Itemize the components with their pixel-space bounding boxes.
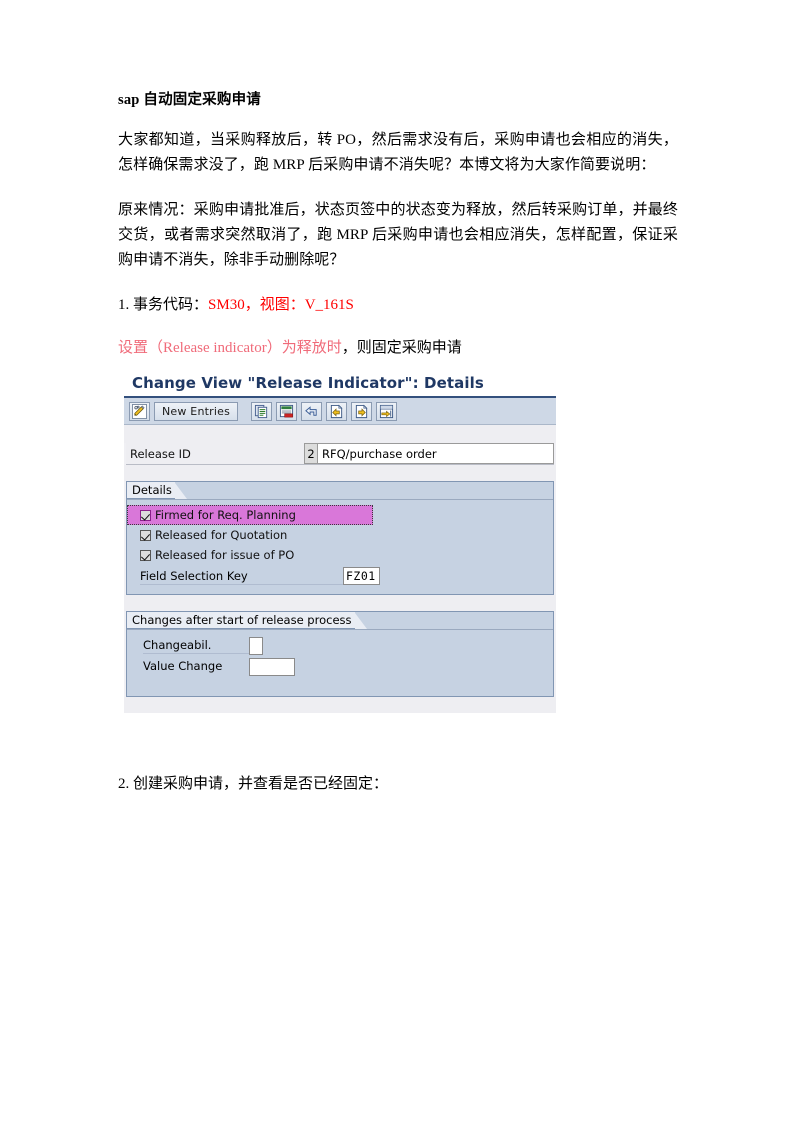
- changes-legend: Changes after start of release process: [127, 612, 355, 629]
- changes-groupbox-header: Changes after start of release process: [127, 612, 553, 630]
- checkbox-row-released-quotation[interactable]: Released for Quotation: [127, 525, 553, 545]
- release-id-key-input[interactable]: 2: [304, 443, 318, 464]
- page-title: sap 自动固定采购申请: [118, 92, 261, 108]
- changes-legend-slant: [354, 612, 367, 629]
- spacer-top: [124, 425, 556, 443]
- display-change-button[interactable]: [129, 401, 150, 421]
- checkbox-firmed-for-req-planning[interactable]: [140, 509, 151, 521]
- next-entry-button[interactable]: [351, 401, 373, 421]
- details-groupbox: Details Firmed for Req. Planning Release…: [126, 481, 554, 595]
- changes-legend-wrap: Changes after start of release process: [127, 612, 367, 629]
- sap-window-title: Change View "Release Indicator": Details: [132, 374, 484, 392]
- details-groupbox-content: Firmed for Req. Planning Released for Qu…: [127, 500, 553, 594]
- checkbox-row-released-po[interactable]: Released for issue of PO: [127, 545, 553, 565]
- step-1-note: 设置（Release indicator）为释放时，则固定采购申请: [118, 336, 678, 361]
- step-1-prefix: 1. 事务代码：: [118, 297, 209, 314]
- value-change-row: Value Change: [127, 656, 553, 677]
- release-id-description-input[interactable]: RFQ/purchase order: [318, 443, 554, 464]
- previous-entry-icon: [329, 404, 344, 419]
- document-page: sap 自动固定采购申请 大家都知道，当采购释放后，转 PO，然后需求没有后，采…: [0, 0, 793, 1122]
- paragraph-2: 原来情况：采购申请批准后，状态页签中的状态变为释放，然后转采购订单，并最终交货，…: [118, 202, 678, 269]
- release-id-row: Release ID 2 RFQ/purchase order: [126, 443, 554, 465]
- changes-groupbox: Changes after start of release process C…: [126, 611, 554, 697]
- details-legend-wrap: Details: [127, 482, 187, 499]
- changes-groupbox-pad: [127, 684, 553, 696]
- pencil-display-change-icon: [132, 403, 147, 419]
- sap-screenshot: Change View "Release Indicator": Details…: [124, 374, 556, 713]
- details-button[interactable]: [376, 401, 398, 421]
- value-change-input[interactable]: [249, 657, 295, 676]
- value-change-label: Value Change: [143, 659, 223, 673]
- step-1-line: 1. 事务代码：SM30，视图：V_161S: [118, 293, 678, 318]
- delete-row-icon: [279, 404, 294, 419]
- details-legend: Details: [127, 482, 175, 499]
- checkbox-label-released-po: Released for issue of PO: [155, 548, 295, 562]
- undo-button[interactable]: [301, 401, 323, 421]
- step-1-note-black: ，则固定采购申请: [341, 340, 462, 357]
- checkbox-label-firmed: Firmed for Req. Planning: [155, 508, 296, 522]
- delete-row-button[interactable]: [276, 401, 298, 421]
- step-1-transaction-code: SM30，视图：V_161S: [208, 297, 354, 314]
- field-selection-key-label: Field Selection Key: [140, 568, 343, 585]
- next-entry-icon: [354, 404, 369, 419]
- release-id-label: Release ID: [130, 446, 191, 461]
- step-1-note-red: 设置（Release indicator）为释放时: [118, 340, 342, 357]
- new-entries-button[interactable]: New Entries: [154, 401, 239, 421]
- field-selection-key-row: Field Selection Key FZ01: [127, 565, 553, 587]
- changeability-row: Changeabil.: [127, 635, 553, 656]
- changes-groupbox-content: Changeabil. Value Change: [127, 630, 553, 684]
- checkbox-row-firmed[interactable]: Firmed for Req. Planning: [127, 505, 373, 525]
- sap-toolbar: New Entries: [124, 398, 556, 425]
- undo-icon: [304, 404, 319, 419]
- details-legend-slant: [174, 482, 187, 499]
- paragraph-1: 大家都知道，当采购释放后，转 PO，然后需求没有后，采购申请也会相应的消失，怎样…: [118, 132, 678, 174]
- spacer-mid: [124, 465, 556, 481]
- details-groupbox-header: Details: [127, 482, 553, 500]
- checkbox-released-for-quotation[interactable]: [140, 529, 151, 541]
- sap-content-area: Release ID 2 RFQ/purchase order Details …: [124, 425, 556, 713]
- article-body: sap 自动固定采购申请 大家都知道，当采购释放后，转 PO，然后需求没有后，采…: [118, 90, 678, 383]
- spacer-bottom: [124, 697, 556, 713]
- copy-as-button[interactable]: [251, 401, 273, 421]
- copy-as-icon: [254, 404, 269, 419]
- previous-entry-button[interactable]: [326, 401, 348, 421]
- step-2-line: 2. 创建采购申请，并查看是否已经固定：: [118, 776, 389, 792]
- checkbox-label-released-quotation: Released for Quotation: [155, 528, 288, 542]
- spacer-between-groups: [124, 595, 556, 611]
- changeability-label: Changeabil.: [143, 637, 249, 654]
- checkbox-released-for-issue-of-po[interactable]: [140, 549, 151, 561]
- details-icon: [379, 404, 394, 419]
- field-selection-key-input[interactable]: FZ01: [343, 567, 380, 585]
- changeability-input[interactable]: [249, 636, 263, 655]
